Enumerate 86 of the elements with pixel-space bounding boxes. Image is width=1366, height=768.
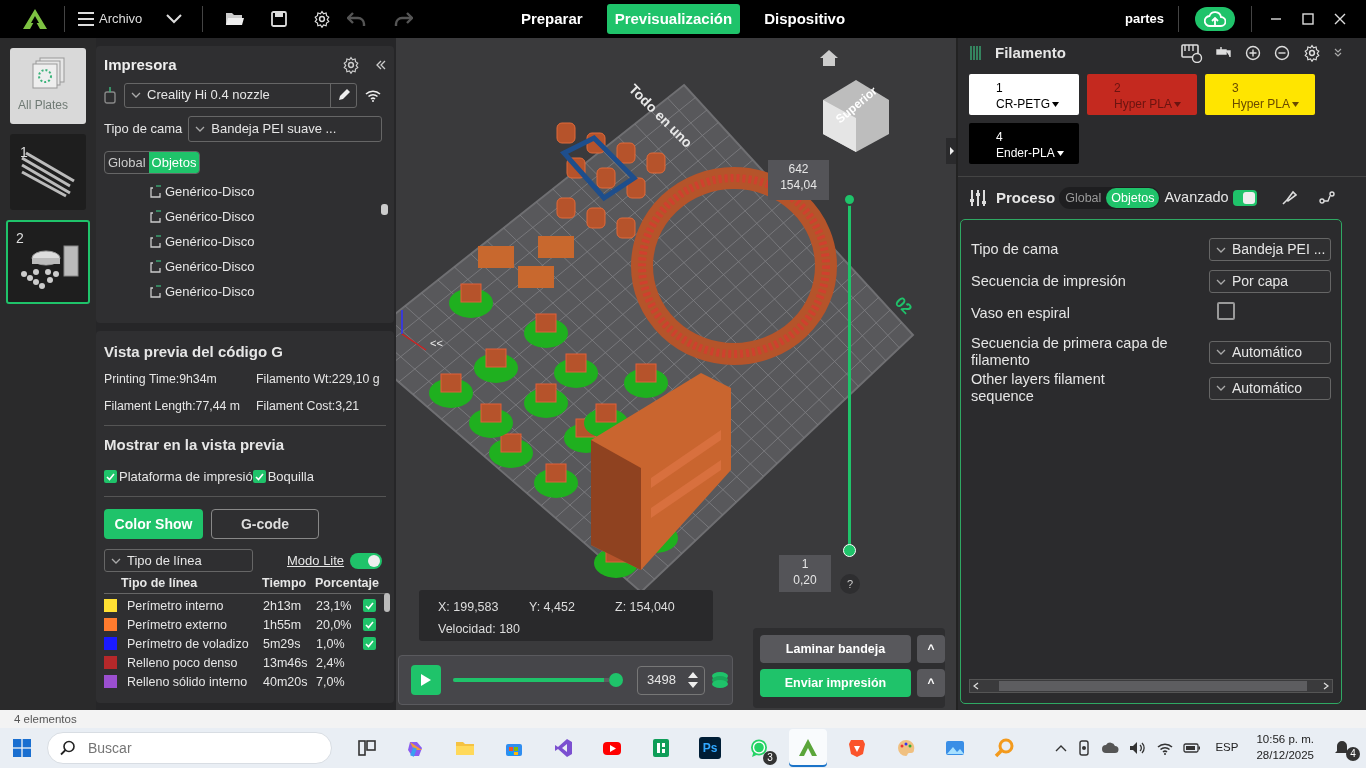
- panel-title: Impresora: [104, 55, 177, 75]
- project-name: partes: [1124, 10, 1164, 29]
- layer-info: 1 0,20: [779, 555, 831, 592]
- taskbar-app-button[interactable]: 3: [740, 729, 778, 767]
- taskbar-app-button[interactable]: Ps: [691, 729, 729, 767]
- speed-text: Velocidad: 180: [438, 621, 520, 638]
- search-field[interactable]: Buscar: [47, 732, 332, 764]
- plate-number: 02: [891, 293, 916, 317]
- menu-button[interactable]: ^: [917, 669, 945, 697]
- plate-thumbnail[interactable]: 2: [6, 220, 90, 304]
- setting-select[interactable]: Por capa: [1209, 270, 1331, 293]
- plate-thumbnail[interactable]: 1: [10, 134, 86, 210]
- section-title: Vista previa del código G: [104, 342, 284, 362]
- object-list-item[interactable]: Genérico-Disco: [149, 207, 386, 226]
- coordinate-text: Y: 4,452: [529, 599, 575, 616]
- notification-count: 3: [763, 751, 777, 765]
- object-list-item[interactable]: Genérico-Disco: [149, 232, 386, 251]
- language-indicator[interactable]: ESP: [1215, 739, 1239, 757]
- setting-label: Other layers filament sequence: [971, 370, 1106, 406]
- bed-type-select[interactable]: Bandeja PEI suave ...: [188, 115, 383, 142]
- object-list-item[interactable]: Genérico-Disco: [149, 182, 386, 201]
- line-type-name: Perímetro externo: [126, 616, 229, 634]
- plate-number: 2: [16, 229, 24, 248]
- move-number-field[interactable]: 3498: [637, 665, 705, 695]
- object-list-item[interactable]: Genérico-Disco: [149, 257, 386, 276]
- section-title: Mostrar en la vista previa: [104, 435, 286, 456]
- setting-label: Secuencia de primera capa de filamento: [971, 335, 1169, 370]
- setting-label: Secuencia de impresión: [971, 272, 1127, 291]
- setting-select[interactable]: Automático: [1209, 340, 1331, 364]
- percent-text: 1,0%: [316, 635, 346, 653]
- column-header: Tipo de línea: [121, 575, 199, 592]
- search-input[interactable]: Buscar: [86, 736, 286, 760]
- panel-title: Proceso: [996, 187, 1056, 208]
- time-text: 2h13m: [263, 597, 303, 615]
- filament-slot[interactable]: 3 Hyper PLA: [1205, 74, 1315, 115]
- setting-label: Vaso en espiral: [971, 304, 1071, 323]
- line-type-name: Perímetro de voladizo: [126, 635, 250, 653]
- column-header: Tiempo: [262, 575, 308, 592]
- clock[interactable]: 10:56 p. m. 28/12/2025: [1256, 732, 1314, 764]
- setting-select[interactable]: Automático: [1209, 376, 1331, 400]
- layer-info: 642 154,04: [768, 160, 829, 200]
- file-menu-button[interactable]: Archivo: [71, 9, 149, 29]
- plate-number: 1: [20, 143, 28, 162]
- status-text: 4 elementos: [14, 713, 77, 725]
- filament-slot[interactable]: 4 Ender-PLA: [969, 123, 1079, 164]
- stat-text: Printing Time:9h34m: [104, 370, 218, 388]
- stat-text: Filament Length:77,44 m: [104, 397, 242, 415]
- help-button[interactable]: ?: [840, 574, 860, 594]
- coordinate-text: Z: 154,040: [615, 599, 675, 616]
- setting-select[interactable]: Bandeja PEI ...: [1209, 238, 1331, 261]
- percent-text: 2,4%: [316, 654, 346, 672]
- column-header: Porcentaje: [315, 575, 380, 592]
- object-list-item[interactable]: Genérico-Disco: [149, 282, 386, 301]
- line-type-name: Relleno sólido interno: [126, 673, 249, 691]
- line-type-select[interactable]: Tipo de línea: [104, 549, 253, 573]
- mode-tab[interactable]: Preparar: [512, 3, 591, 35]
- percent-text: 7,0%: [316, 673, 346, 691]
- checkbox-label: Plataforma de impresió: [119, 467, 253, 486]
- lite-mode-link[interactable]: Modo Lite: [287, 551, 345, 571]
- view-mode-button[interactable]: G-code: [211, 509, 319, 540]
- menu-button[interactable]: ^: [917, 635, 945, 663]
- line-type-name: Perímetro interno: [126, 597, 225, 615]
- field-label: Tipo de cama: [104, 119, 183, 138]
- slice-button[interactable]: Laminar bandeja: [760, 635, 911, 663]
- stat-text: Filament Cost:3,21: [256, 397, 361, 415]
- time-text: 40m20s: [263, 673, 309, 691]
- scope-tab[interactable]: Global: [1060, 187, 1107, 209]
- checkbox-label: Boquilla: [267, 467, 314, 486]
- stat-text: Filamento Wt:229,10 g: [256, 370, 381, 388]
- coordinate-text: X: 199,583: [438, 599, 499, 616]
- percent-text: 20,0%: [316, 616, 353, 634]
- toggle-label: Avanzado: [1164, 188, 1229, 208]
- time-text: 13m46s: [263, 654, 309, 672]
- scope-tab[interactable]: Global: [105, 151, 149, 173]
- line-type-name: Relleno poco denso: [126, 654, 239, 672]
- setting-label: Tipo de cama: [971, 240, 1060, 259]
- time-text: 1h55m: [263, 616, 303, 634]
- mode-tab[interactable]: Dispositivo: [756, 3, 854, 35]
- time-text: 5m29s: [263, 635, 302, 653]
- notification-count: 4: [1346, 747, 1360, 761]
- collapse-button[interactable]: <<: [430, 338, 443, 349]
- panel-title: Filamento: [995, 42, 1066, 63]
- printer-select[interactable]: Creality Hi 0.4 nozzle: [124, 82, 357, 108]
- filament-slot[interactable]: 1 CR-PETG: [969, 74, 1079, 115]
- plate-label: All Plates: [18, 97, 69, 114]
- percent-text: 23,1%: [316, 597, 353, 615]
